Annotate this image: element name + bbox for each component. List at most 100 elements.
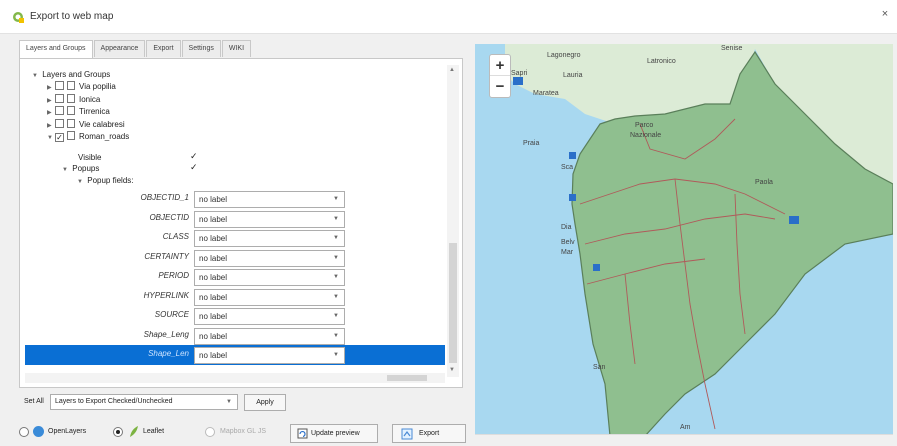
field-label-select[interactable]: no label ▼ (194, 230, 345, 247)
layer-label: Vie calabresi (79, 119, 125, 129)
tree-root[interactable]: ▼ Layers and Groups (32, 69, 110, 81)
close-button[interactable]: × (877, 8, 893, 24)
popup-field-row[interactable]: OBJECTID_1 no label ▼ (25, 189, 445, 209)
field-label-select[interactable]: no label ▼ (194, 288, 345, 306)
field-name: CLASS (162, 232, 189, 241)
visible-label: Visible (78, 153, 102, 162)
layer-checkbox[interactable] (55, 93, 64, 103)
layer-icon (67, 81, 75, 90)
mapbox-radio[interactable] (205, 427, 215, 437)
chevron-down-icon: ▼ (226, 399, 232, 405)
collapse-arrow-icon[interactable]: ▼ (62, 164, 70, 176)
tab-settings[interactable]: Settings (181, 40, 221, 57)
field-name: HYPERLINK (143, 290, 189, 300)
map-place-label: Lagonegro (547, 52, 581, 59)
map-place-label: Praia (523, 140, 540, 147)
tab-export[interactable]: Export (146, 40, 181, 57)
zoom-in-button[interactable]: + (490, 55, 510, 76)
zoom-control: + − (489, 54, 511, 98)
set-all-value: Layers to Export Checked/Unchecked (55, 398, 173, 405)
scroll-up-icon[interactable]: ▲ (449, 67, 455, 73)
tree-root-label: Layers and Groups (42, 70, 111, 79)
popup-field-row[interactable]: CLASS no label ▼ (25, 228, 445, 248)
expand-arrow-icon[interactable]: ▼ (47, 132, 55, 144)
scroll-down-icon[interactable]: ▼ (449, 367, 455, 373)
scrollbar-thumb[interactable] (387, 375, 427, 381)
set-all-label: Set All (24, 398, 44, 405)
popup-fields-row[interactable]: ▼ Popup fields: (77, 175, 134, 187)
export-button[interactable]: Export (392, 424, 466, 443)
layer-checkbox[interactable] (55, 118, 64, 128)
layer-label: Via popilia (79, 82, 116, 91)
layer-row[interactable]: ▶ Vie calabresi (47, 118, 125, 132)
leaflet-radio[interactable] (113, 427, 123, 437)
popup-field-row[interactable]: Shape_Len no label ▼ (25, 345, 445, 365)
tab-appearance[interactable]: Appearance (93, 40, 146, 57)
map-preview[interactable]: + − Lagonegro Senise Sapri Latronico Lauria M… (475, 44, 893, 436)
map-place-label: Mar (561, 249, 574, 256)
expand-arrow-icon[interactable]: ▶ (47, 82, 55, 94)
map-horizontal-scrollbar[interactable] (475, 434, 893, 444)
mapbox-label: Mapbox GL JS (220, 428, 267, 435)
zoom-out-button[interactable]: − (490, 76, 510, 97)
field-label-select[interactable]: no label ▼ (194, 308, 345, 325)
field-name: OBJECTID (149, 212, 189, 222)
field-label-select[interactable]: no label ▼ (194, 249, 345, 267)
popup-field-row[interactable]: HYPERLINK no label ▼ (25, 287, 445, 307)
leaflet-icon (130, 426, 138, 437)
popups-row[interactable]: ▼ Popups (62, 163, 99, 175)
expand-arrow-icon[interactable]: ▶ (47, 95, 55, 107)
set-all-select[interactable]: Layers to Export Checked/Unchecked ▼ (50, 394, 238, 410)
field-label-value: no label (199, 292, 228, 302)
field-name: CERTAINTY (144, 251, 189, 261)
window-title: Export to web map (30, 11, 114, 22)
renderer-bar: OpenLayers Leaflet Mapbox GL JS Update p… (19, 423, 469, 443)
map-place-label: Latronico (647, 58, 676, 65)
field-label-select[interactable]: no label ▼ (194, 347, 345, 364)
vertical-scrollbar[interactable]: ▲ ▼ (447, 65, 459, 377)
popup-field-row[interactable]: SOURCE no label ▼ (25, 306, 445, 326)
layer-checkbox[interactable]: ✓ (55, 133, 64, 142)
map-place-label: Parco (635, 122, 654, 129)
popups-checkbox[interactable]: ✓ (190, 162, 198, 173)
chevron-down-icon: ▼ (333, 352, 339, 358)
layer-row[interactable]: ▶ Tirrenica (47, 106, 110, 118)
tab-layers-and-groups[interactable]: Layers and Groups (19, 40, 93, 59)
openlayers-radio[interactable] (19, 427, 29, 437)
map-canvas[interactable] (475, 44, 893, 436)
layer-icon (67, 93, 75, 103)
apply-button[interactable]: Apply (244, 394, 286, 411)
openlayers-label: OpenLayers (48, 428, 87, 435)
popup-field-row[interactable]: CERTAINTY no label ▼ (25, 248, 445, 268)
openlayers-icon (33, 426, 44, 437)
layer-row[interactable]: ▼ ✓ Roman_roads (47, 131, 129, 143)
qgis-logo-icon (13, 12, 24, 23)
expand-arrow-icon[interactable]: ▶ (47, 107, 55, 119)
layer-label: Tirrenica (79, 107, 110, 116)
popup-field-row[interactable]: Shape_Leng no label ▼ (25, 326, 445, 346)
layer-label: Roman_roads (79, 132, 130, 141)
layer-label: Ionica (79, 94, 101, 104)
field-label-select[interactable]: no label ▼ (194, 327, 345, 345)
map-place-label: Am (680, 424, 691, 431)
collapse-arrow-icon[interactable]: ▼ (32, 70, 40, 82)
layer-checkbox[interactable] (55, 106, 64, 115)
popup-field-row[interactable]: PERIOD no label ▼ (25, 267, 445, 287)
tab-wiki[interactable]: WIKI (221, 40, 252, 57)
layer-row[interactable]: ▶ Ionica (47, 93, 101, 107)
expand-arrow-icon[interactable]: ▶ (47, 120, 55, 132)
layer-row[interactable]: ▶ Via popilia (47, 81, 116, 93)
visible-checkbox[interactable]: ✓ (190, 151, 198, 162)
field-label-select[interactable]: no label ▼ (194, 210, 345, 228)
collapse-arrow-icon[interactable]: ▼ (77, 176, 85, 188)
popup-fields-label: Popup fields: (87, 176, 134, 185)
update-preview-button[interactable]: Update preview (290, 424, 378, 443)
scrollbar-thumb[interactable] (449, 243, 457, 363)
popup-field-row[interactable]: OBJECTID no label ▼ (25, 209, 445, 229)
horizontal-scrollbar[interactable] (25, 373, 445, 383)
layer-checkbox[interactable] (55, 81, 64, 90)
field-label-select[interactable]: no label ▼ (194, 191, 345, 208)
popups-label: Popups (72, 164, 100, 173)
layer-icon (67, 106, 75, 115)
field-label-select[interactable]: no label ▼ (194, 269, 345, 286)
